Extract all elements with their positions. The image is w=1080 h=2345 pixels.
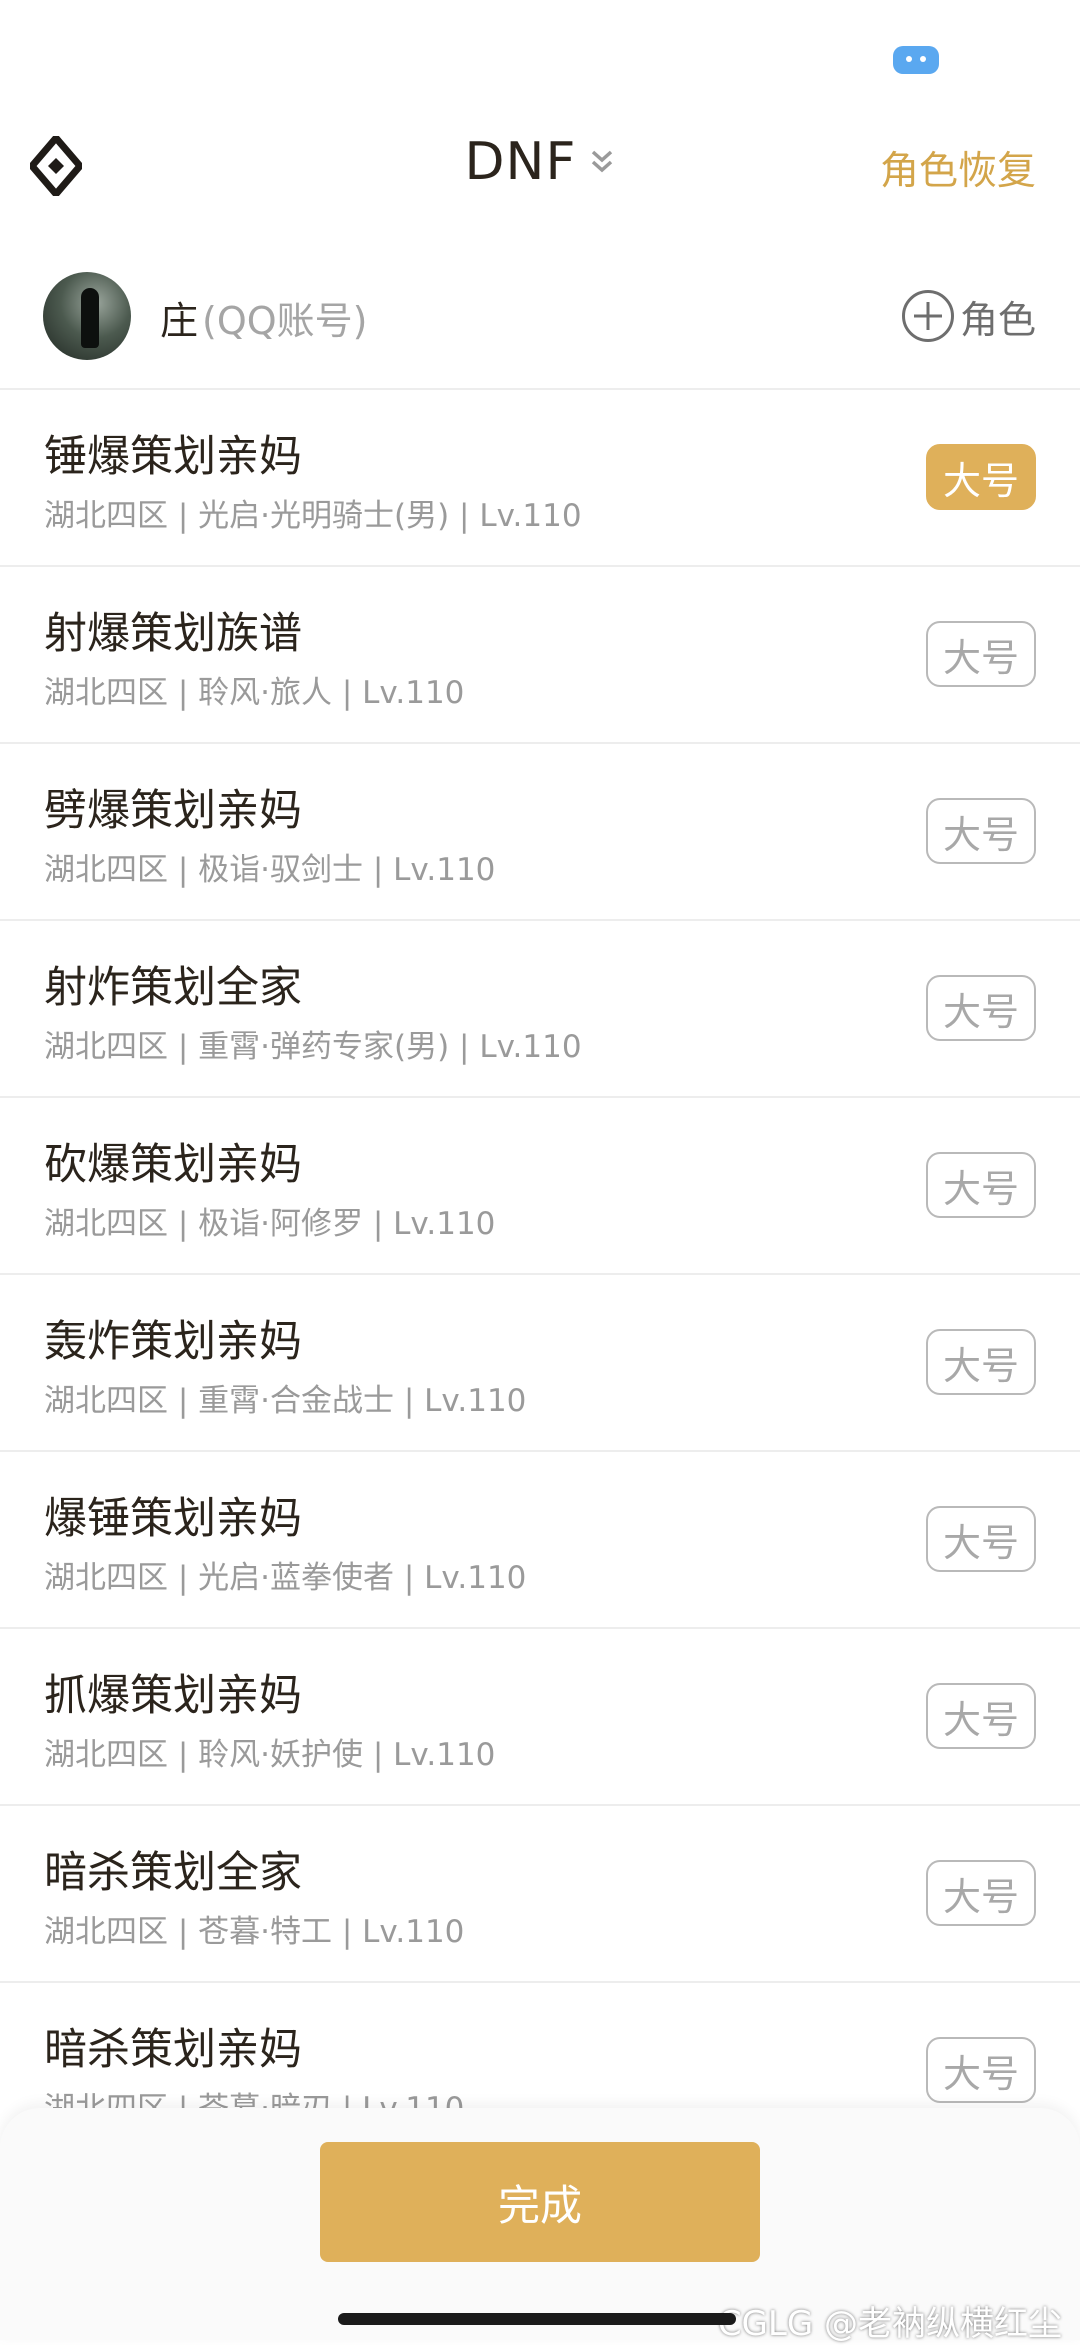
character-row[interactable]: 暗杀策划全家湖北四区 | 苍暮·特工 | Lv.110 大号 [0,1806,1080,1983]
character-row[interactable]: 锤爆策划亲妈湖北四区 | 光启·光明骑士(男) | Lv.110 大号 [0,390,1080,567]
character-meta: 湖北四区 | 光启·蓝拳使者 | Lv.110 [44,1560,527,1596]
main-account-badge[interactable]: 大号 [926,1506,1036,1572]
character-meta: 湖北四区 | 极诣·阿修罗 | Lv.110 [44,1206,496,1242]
account-row: 庄 (QQ账号) 角色 [0,260,1080,390]
main-account-badge[interactable]: 大号 [926,975,1036,1041]
main-account-badge[interactable]: 大号 [926,1683,1036,1749]
add-role-button[interactable]: 角色 [901,286,1036,346]
done-button[interactable]: 完成 [320,2142,760,2262]
character-name: 锤爆策划亲妈 [44,432,302,482]
plus-circle-icon [901,290,954,342]
character-meta: 湖北四区 | 聆风·妖护使 | Lv.110 [44,1737,496,1773]
character-row[interactable]: 抓爆策划亲妈湖北四区 | 聆风·妖护使 | Lv.110 大号 [0,1629,1080,1806]
character-name: 射炸策划全家 [44,963,302,1013]
main-account-badge[interactable]: 大号 [926,1329,1036,1395]
character-name: 轰炸策划亲妈 [44,1317,302,1367]
character-name: 爆锤策划亲妈 [44,1494,302,1544]
home-indicator[interactable] [338,2313,736,2325]
character-name: 劈爆策划亲妈 [44,786,302,836]
character-name: 暗杀策划亲妈 [44,2025,302,2075]
main-account-badge[interactable]: 大号 [926,621,1036,687]
character-name: 抓爆策划亲妈 [44,1671,302,1721]
character-name: 射爆策划族谱 [44,609,302,659]
account-type: (QQ账号) [202,299,368,343]
avatar-figure [81,288,99,348]
assistant-indicator-icon [893,46,939,74]
bottom-panel: 完成 CGLG @老衲纵横红尘 [0,2108,1080,2344]
character-row[interactable]: 劈爆策划亲妈湖北四区 | 极诣·驭剑士 | Lv.110 大号 [0,744,1080,921]
avatar [43,272,131,360]
character-meta: 湖北四区 | 重霄·合金战士 | Lv.110 [44,1383,527,1419]
chevron-down-icon[interactable] [589,148,615,176]
status-bar [0,0,1080,110]
character-row[interactable]: 暗杀策划亲妈湖北四区 | 苍暮·暗刃 | Lv.110 大号 [0,1983,1080,2110]
main-account-badge[interactable]: 大号 [926,2037,1036,2103]
character-name: 暗杀策划全家 [44,1848,302,1898]
main-account-badge[interactable]: 大号 [926,1152,1036,1218]
character-row[interactable]: 射炸策划全家湖北四区 | 重霄·弹药专家(男) | Lv.110 大号 [0,921,1080,1098]
header: DNF 角色恢复 [0,110,1080,225]
add-role-label: 角色 [959,297,1036,342]
character-row[interactable]: 射爆策划族谱湖北四区 | 聆风·旅人 | Lv.110 大号 [0,567,1080,744]
character-row[interactable]: 轰炸策划亲妈湖北四区 | 重霄·合金战士 | Lv.110 大号 [0,1275,1080,1452]
character-meta: 湖北四区 | 聆风·旅人 | Lv.110 [44,675,465,711]
game-title[interactable]: DNF [465,132,577,192]
character-row[interactable]: 砍爆策划亲妈湖北四区 | 极诣·阿修罗 | Lv.110 大号 [0,1098,1080,1275]
character-list[interactable]: 锤爆策划亲妈 湖北四区 | 光启·光明骑士(男) | Lv.110 大号 射爆策划族谱… [0,390,1080,2110]
main-account-badge[interactable]: 大号 [926,1860,1036,1926]
account-name: 庄 [160,299,199,343]
main-account-badge[interactable]: 大号 [926,798,1036,864]
role-restore-link[interactable]: 角色恢复 [880,140,1036,196]
character-meta: 湖北四区 | 苍暮·特工 | Lv.110 [44,1914,465,1950]
character-meta: 湖北四区 | 苍暮·暗刃 | Lv.110 [44,2091,465,2110]
character-meta: 湖北四区 | 重霄·弹药专家(男) | Lv.110 [44,1029,582,1065]
main-account-badge[interactable]: 大号 [926,444,1036,510]
character-meta: 湖北四区 | 光启·光明骑士(男) | Lv.110 [44,498,582,534]
character-row[interactable]: 爆锤策划亲妈湖北四区 | 光启·蓝拳使者 | Lv.110 大号 [0,1452,1080,1629]
watermark: CGLG @老衲纵横红尘 [717,2304,1062,2344]
character-name: 砍爆策划亲妈 [44,1140,302,1190]
character-meta: 湖北四区 | 极诣·驭剑士 | Lv.110 [44,852,496,888]
